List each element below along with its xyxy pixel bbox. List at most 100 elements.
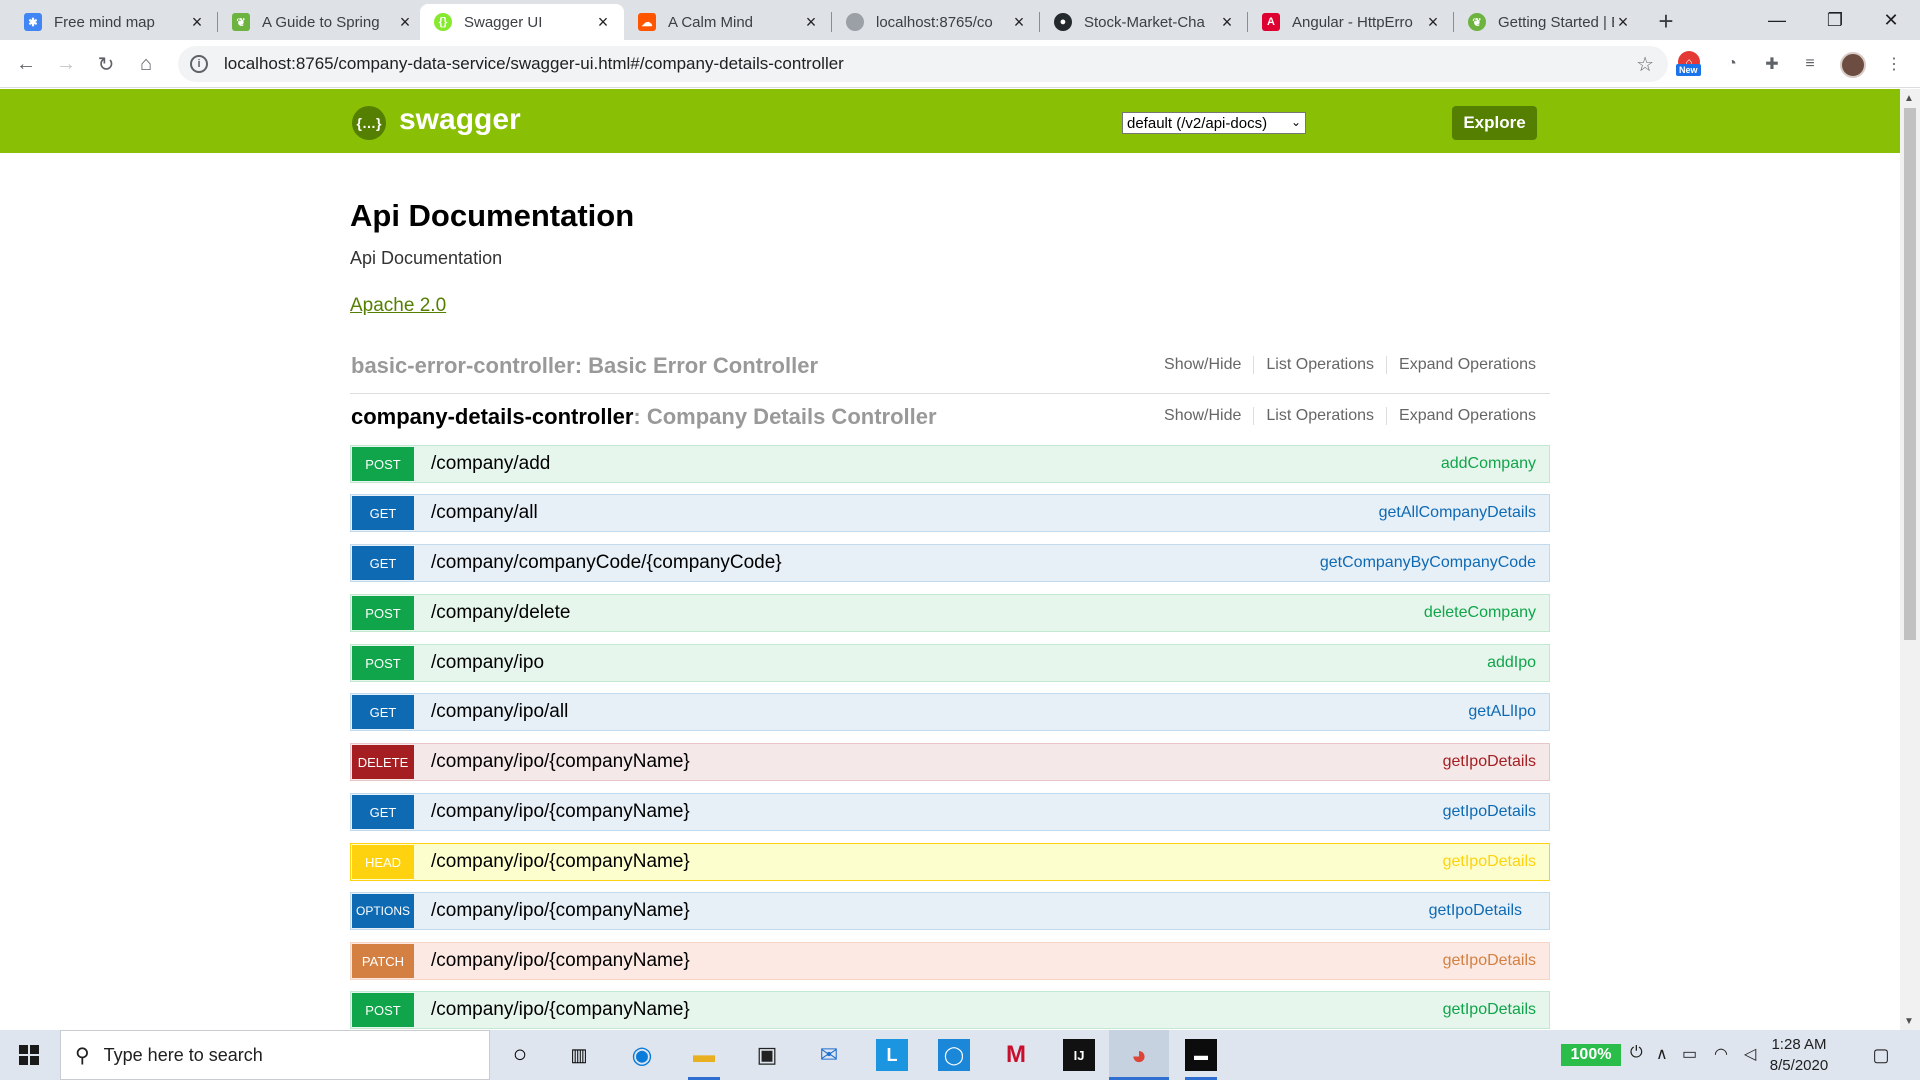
http-method-badge[interactable]: GET (352, 546, 414, 580)
http-method-badge[interactable]: POST (352, 993, 414, 1027)
taskbar-search[interactable]: ⚲ Type here to search (60, 1030, 490, 1080)
plug-icon[interactable]: ⏻ (1630, 1044, 1643, 1062)
http-method-badge[interactable]: POST (352, 447, 414, 481)
expand-operations-link[interactable]: Expand Operations (1387, 407, 1536, 425)
site-info-icon[interactable]: i (190, 55, 208, 73)
operation-id[interactable]: getIpoDetails (1443, 753, 1536, 771)
task-view-icon[interactable]: ▥ (563, 1039, 595, 1071)
extension-icon[interactable]: ◔ (1718, 50, 1746, 78)
browser-tab[interactable]: ✱ Free mind map × (10, 4, 218, 40)
restore-icon[interactable]: ❐ (1806, 0, 1864, 40)
http-method-badge[interactable]: POST (352, 646, 414, 680)
operation-path[interactable]: /company/ipo/{companyName} (431, 900, 690, 922)
terminal-icon[interactable]: ▬ (1185, 1039, 1217, 1071)
close-tab-icon[interactable]: × (1424, 12, 1442, 32)
operation-path[interactable]: /company/ipo/{companyName} (431, 801, 690, 823)
show-hide-link[interactable]: Show/Hide (1152, 407, 1255, 425)
operation-id[interactable]: deleteCompany (1424, 604, 1536, 622)
operation-path[interactable]: /company/companyCode/{companyCode} (431, 552, 782, 574)
operation-row[interactable]: HEAD /company/ipo/{companyName} getIpoDe… (350, 843, 1550, 881)
reload-icon[interactable]: ↻ (90, 48, 122, 80)
browser-tab[interactable]: ❦ A Guide to Spring × (218, 4, 426, 40)
chrome-icon[interactable]: ◕ (1123, 1039, 1155, 1071)
page-scrollbar[interactable]: ▲ ▼ (1900, 89, 1920, 1030)
operation-row[interactable]: GET /company/ipo/all getALlIpo (350, 693, 1550, 731)
puzzle-icon[interactable]: ✚ (1758, 50, 1786, 78)
new-tab-button[interactable]: + (1650, 6, 1682, 36)
operation-id[interactable]: getIpoDetails (1429, 902, 1522, 920)
operation-path[interactable]: /company/add (431, 453, 550, 475)
operation-path[interactable]: /company/ipo/{companyName} (431, 751, 690, 773)
http-method-badge[interactable]: PATCH (352, 944, 414, 978)
battery-icon[interactable]: ▭ (1682, 1044, 1697, 1064)
battery-indicator[interactable]: 100% (1561, 1044, 1621, 1066)
spec-selector[interactable]: default (/v2/api-docs) ⌄ (1122, 112, 1306, 134)
operation-path[interactable]: /company/ipo/{companyName} (431, 950, 690, 972)
explore-button[interactable]: Explore (1452, 106, 1537, 140)
mail-icon[interactable]: ✉ (813, 1039, 845, 1071)
operation-row[interactable]: GET /company/all getAllCompanyDetails (350, 494, 1550, 532)
operation-row[interactable]: OPTIONS /company/ipo/{companyName} getIp… (350, 892, 1550, 930)
operation-id[interactable]: getAllCompanyDetails (1379, 504, 1536, 522)
store-icon[interactable]: ▣ (751, 1039, 783, 1071)
operation-row[interactable]: PATCH /company/ipo/{companyName} getIpoD… (350, 942, 1550, 980)
http-method-badge[interactable]: GET (352, 795, 414, 829)
operation-row[interactable]: POST /company/ipo addIpo (350, 644, 1550, 682)
browser-tab[interactable]: A Angular - HttpErro × (1248, 4, 1454, 40)
operation-row[interactable]: GET /company/companyCode/{companyCode} g… (350, 544, 1550, 582)
operation-id[interactable]: getIpoDetails (1443, 1001, 1536, 1019)
browser-tab[interactable]: ❦ Getting Started | E × (1454, 4, 1644, 40)
operation-id[interactable]: getIpoDetails (1443, 803, 1536, 821)
scroll-down-icon[interactable]: ▼ (1904, 1016, 1914, 1027)
volume-icon[interactable]: ◁ (1744, 1044, 1756, 1064)
reading-list-icon[interactable]: ≡ (1796, 50, 1824, 78)
operation-row[interactable]: POST /company/add addCompany (350, 445, 1550, 483)
minimize-icon[interactable]: — (1748, 0, 1806, 40)
operation-path[interactable]: /company/ipo (431, 652, 544, 674)
notification-icon[interactable]: ▢ (1868, 1042, 1894, 1068)
http-method-badge[interactable]: HEAD (352, 845, 414, 879)
browser-tab[interactable]: ● Stock-Market-Cha × (1040, 4, 1248, 40)
http-method-badge[interactable]: GET (352, 695, 414, 729)
operation-row[interactable]: GET /company/ipo/{companyName} getIpoDet… (350, 793, 1550, 831)
clock[interactable]: 1:28 AM 8/5/2020 (1764, 1034, 1834, 1076)
operation-row[interactable]: DELETE /company/ipo/{companyName} getIpo… (350, 743, 1550, 781)
expand-operations-link[interactable]: Expand Operations (1387, 356, 1536, 374)
wifi-icon[interactable]: ◠ (1714, 1044, 1728, 1064)
operation-row[interactable]: POST /company/ipo/{companyName} getIpoDe… (350, 991, 1550, 1029)
close-tab-icon[interactable]: × (188, 12, 206, 32)
operation-path[interactable]: /company/all (431, 502, 538, 524)
browser-tab[interactable]: ☁ A Calm Mind × (624, 4, 832, 40)
avatar[interactable] (1840, 52, 1866, 78)
forward-icon[interactable]: → (50, 48, 82, 80)
menu-dots-icon[interactable]: ⋮ (1880, 50, 1908, 78)
browser-tab[interactable]: localhost:8765/co × (832, 4, 1040, 40)
http-method-badge[interactable]: OPTIONS (352, 894, 414, 928)
address-bar[interactable]: i localhost:8765/company-data-service/sw… (178, 46, 1668, 82)
http-method-badge[interactable]: POST (352, 596, 414, 630)
list-operations-link[interactable]: List Operations (1254, 356, 1388, 374)
operation-id[interactable]: getIpoDetails (1443, 952, 1536, 970)
edge-icon[interactable]: ◉ (626, 1039, 658, 1071)
close-tab-icon[interactable]: × (1614, 12, 1632, 32)
operation-id[interactable]: getCompanyByCompanyCode (1320, 554, 1536, 572)
show-hide-link[interactable]: Show/Hide (1152, 356, 1255, 374)
controller-name[interactable]: company-details-controller (350, 404, 633, 430)
operation-id[interactable]: addIpo (1487, 654, 1536, 672)
close-tab-icon[interactable]: × (594, 12, 612, 32)
close-tab-icon[interactable]: × (802, 12, 820, 32)
close-tab-icon[interactable]: × (396, 12, 414, 32)
chevron-up-icon[interactable]: ∧ (1656, 1044, 1668, 1064)
intellij-icon[interactable]: IJ (1063, 1039, 1095, 1071)
operation-path[interactable]: /company/ipo/{companyName} (431, 851, 690, 873)
operation-path[interactable]: /company/ipo/{companyName} (431, 999, 690, 1021)
mcafee-icon[interactable]: M (1000, 1039, 1032, 1071)
list-operations-link[interactable]: List Operations (1254, 407, 1388, 425)
photo-app-icon[interactable]: ◯ (938, 1039, 970, 1071)
start-button[interactable] (0, 1030, 58, 1080)
operation-path[interactable]: /company/delete (431, 602, 570, 624)
bookmark-star-icon[interactable]: ☆ (1636, 52, 1654, 77)
l-app-icon[interactable]: L (876, 1039, 908, 1071)
scrollbar-thumb[interactable] (1904, 108, 1916, 640)
http-method-badge[interactable]: GET (352, 496, 414, 530)
